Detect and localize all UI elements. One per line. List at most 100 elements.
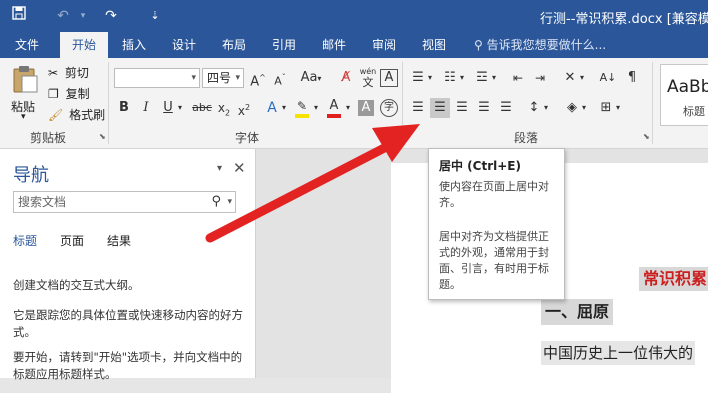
font-color-icon[interactable]: A	[324, 96, 344, 118]
chevron-down-icon[interactable]: ▾	[488, 68, 500, 88]
highlight-color-swatch	[295, 114, 309, 118]
document-heading-1: 一、屈原	[541, 299, 614, 325]
chevron-down-icon[interactable]: ▾	[342, 98, 354, 118]
paintbrush-icon: 🖌	[48, 108, 64, 122]
tab-headings[interactable]: 标题	[13, 232, 37, 249]
bold-icon[interactable]: B	[114, 98, 134, 118]
paste-dropdown-icon: ▾	[21, 112, 26, 122]
justify-icon[interactable]: ☰	[474, 98, 494, 118]
tab-view[interactable]: 视图	[412, 32, 456, 58]
redo-icon[interactable]: ↷	[100, 6, 122, 26]
decrease-indent-icon[interactable]: ⇤	[508, 68, 528, 88]
tab-file[interactable]: 文件	[4, 32, 50, 58]
navigation-title: 导航	[13, 165, 49, 186]
search-dropdown-icon[interactable]: ▾	[227, 192, 232, 212]
nav-help-text-2: 它是跟踪您的具体位置或快速移动内容的好方式。	[13, 308, 243, 339]
enclose-characters-icon[interactable]: 字	[380, 99, 398, 117]
tab-pages[interactable]: 页面	[60, 232, 84, 249]
scissors-icon: ✂	[48, 66, 59, 80]
chevron-down-icon[interactable]: ▾	[612, 98, 624, 118]
cut-button[interactable]: ✂ 剪切	[48, 64, 89, 82]
chevron-down-icon[interactable]: ▾	[540, 98, 552, 118]
paragraph-dialog-launcher-icon[interactable]: ⬊	[643, 132, 650, 141]
italic-icon[interactable]: I	[136, 98, 156, 118]
copy-label: 复制	[65, 87, 90, 101]
font-size-value: 四号	[207, 71, 232, 85]
align-left-icon[interactable]: ☰	[408, 98, 428, 118]
copy-button[interactable]: ❐ 复制	[48, 85, 90, 103]
close-icon[interactable]: ✕	[233, 159, 246, 177]
tab-mailings[interactable]: 邮件	[312, 32, 356, 58]
sort-icon[interactable]: A↓	[598, 68, 618, 88]
customize-quick-access-icon[interactable]: ⇣	[144, 6, 166, 26]
navigation-search-input[interactable]: 搜索文档 ⚲ ▾	[13, 191, 236, 213]
phonetic-guide-icon[interactable]: wén 文	[358, 66, 378, 88]
tab-review[interactable]: 审阅	[362, 32, 406, 58]
tab-design[interactable]: 设计	[162, 32, 206, 58]
superscript-icon[interactable]: x2	[234, 98, 254, 118]
copy-icon: ❐	[48, 87, 59, 101]
subscript-icon[interactable]: x2	[214, 98, 234, 118]
chevron-down-icon[interactable]: ▾	[456, 68, 468, 88]
show-marks-icon[interactable]: ¶	[622, 68, 642, 88]
chevron-down-icon: ▾	[235, 73, 240, 83]
title-bar: ↶ ▾ ↷ ⇣ 行测--常识积累.docx [兼容模式]	[0, 0, 708, 32]
undo-dropdown-icon[interactable]: ▾	[72, 6, 94, 26]
character-shading-icon[interactable]: A	[358, 100, 374, 116]
font-name-input[interactable]: ▾	[114, 68, 200, 88]
shrink-font-icon[interactable]: Aˇ	[270, 68, 290, 88]
clear-formatting-icon[interactable]: A̸	[336, 68, 356, 88]
distributed-icon[interactable]: ☰	[496, 98, 516, 118]
clipboard-icon	[13, 66, 38, 93]
strikethrough-icon[interactable]: abc	[190, 98, 214, 118]
cut-label: 剪切	[64, 66, 89, 80]
align-center-tooltip: 居中 (Ctrl+E) 使内容在页面上居中对齐。 居中对齐为文档提供正式的外观，…	[428, 148, 565, 300]
chevron-down-icon[interactable]: ▾	[310, 98, 322, 118]
font-color-swatch	[327, 114, 341, 118]
font-dialog-launcher-icon[interactable]: ⬊	[392, 132, 399, 141]
style-label: 标题	[683, 105, 705, 118]
chevron-down-icon[interactable]: ▾	[278, 98, 290, 118]
clipboard-dialog-launcher-icon[interactable]: ⬊	[99, 132, 106, 141]
change-case-icon[interactable]: Aa▾	[298, 68, 324, 88]
tell-me-box[interactable]: ⚲ 告诉我您想要做什么...	[474, 32, 606, 58]
save-icon[interactable]	[8, 6, 30, 26]
paste-button[interactable]: 粘贴 ▾	[8, 62, 42, 124]
tab-insert[interactable]: 插入	[112, 32, 156, 58]
chevron-down-icon[interactable]: ▾	[578, 98, 590, 118]
separator	[652, 62, 653, 144]
document-heading-red: 常识积累	[639, 267, 708, 291]
align-right-icon[interactable]: ☰	[452, 98, 472, 118]
align-center-icon[interactable]: ☰	[430, 98, 450, 118]
underline-dropdown-icon[interactable]: ▾	[174, 98, 186, 118]
nav-help-text-1: 创建文档的交互式大纲。	[13, 278, 140, 292]
tab-home[interactable]: 开始	[60, 32, 108, 58]
format-painter-button[interactable]: 🖌 格式刷	[48, 106, 105, 124]
font-size-input[interactable]: 四号 ▾	[202, 68, 244, 88]
navigation-pane: 导航 ▾ ✕ 搜索文档 ⚲ ▾ 标题 页面 结果 创建文档的交互式大纲。 它是跟…	[0, 149, 256, 381]
tab-layout[interactable]: 布局	[212, 32, 256, 58]
tooltip-line-2: 居中对齐为文档提供正式的外观，通常用于封面、引言，有时用于标题。	[439, 230, 549, 291]
style-gallery-item[interactable]: AaBb 标题	[660, 64, 708, 126]
highlight-icon[interactable]: ✎	[292, 96, 312, 118]
increase-indent-icon[interactable]: ⇥	[530, 68, 550, 88]
chevron-down-icon: ▾	[191, 73, 196, 83]
separator	[108, 62, 109, 144]
clipboard-group-label: 剪贴板	[30, 131, 67, 145]
grow-font-icon[interactable]: A^	[248, 68, 268, 89]
paragraph-group-label: 段落	[514, 131, 539, 145]
document-title: 行测--常识积累.docx [兼容模式]	[540, 12, 708, 27]
pane-options-icon[interactable]: ▾	[217, 163, 222, 174]
undo-icon[interactable]: ↶	[52, 6, 74, 26]
lightbulb-icon: ⚲	[474, 38, 483, 52]
tab-references[interactable]: 引用	[262, 32, 306, 58]
tooltip-title: 居中 (Ctrl+E)	[439, 159, 521, 173]
tooltip-line-1: 使内容在页面上居中对齐。	[439, 180, 549, 209]
chevron-down-icon[interactable]: ▾	[424, 68, 436, 88]
phonetic-guide-label: wén	[359, 67, 377, 76]
character-border-icon[interactable]: A	[380, 69, 398, 87]
tab-results[interactable]: 结果	[107, 232, 131, 249]
chevron-down-icon[interactable]: ▾	[576, 68, 588, 88]
font-group-label: 字体	[235, 131, 260, 145]
search-icon[interactable]: ⚲	[211, 192, 221, 212]
